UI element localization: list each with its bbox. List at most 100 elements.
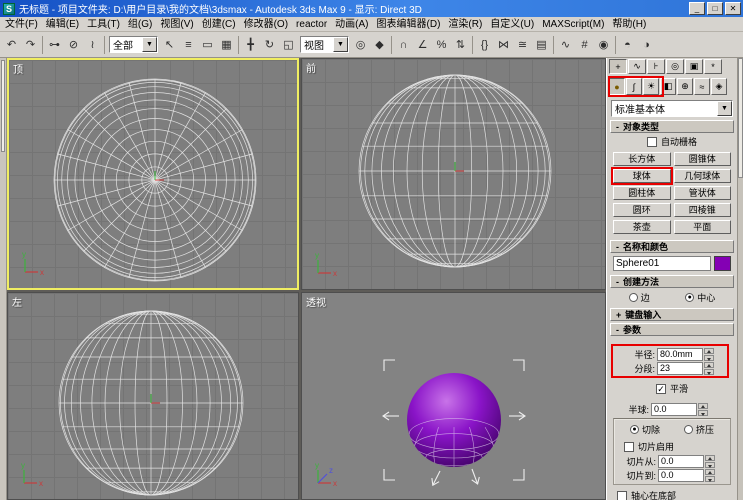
tab-create[interactable]: +: [609, 59, 627, 74]
button-sphere[interactable]: 球体: [613, 169, 671, 183]
coord-system-dropdown[interactable]: 视图 ▼: [300, 36, 349, 53]
menu-graph-editors[interactable]: 图表编辑器(D): [373, 17, 445, 32]
left-scrollbar-thumb[interactable]: [1, 60, 5, 152]
named-selection-sets-icon[interactable]: {}: [475, 35, 494, 54]
chevron-down-icon[interactable]: ▼: [717, 101, 732, 116]
button-plane[interactable]: 平面: [674, 220, 732, 234]
autogrid-checkbox[interactable]: [647, 137, 657, 147]
radius-spinner[interactable]: [704, 348, 714, 361]
use-pivot-center-icon[interactable]: ◎: [351, 35, 370, 54]
smooth-checkbox[interactable]: ✓: [656, 384, 666, 394]
mirror-icon[interactable]: ⋈: [494, 35, 513, 54]
hemisphere-input[interactable]: 0.0: [651, 403, 697, 416]
menu-animation[interactable]: 动画(A): [331, 17, 372, 32]
tab-utilities[interactable]: *: [704, 59, 722, 74]
button-cone[interactable]: 圆锥体: [674, 152, 732, 166]
chevron-down-icon[interactable]: ▼: [333, 37, 348, 52]
close-button[interactable]: ✕: [725, 2, 741, 15]
unlink-selection-icon[interactable]: ⊘: [64, 35, 83, 54]
tab-modify[interactable]: ∿: [628, 59, 646, 74]
slice-from-spinner[interactable]: [705, 455, 715, 468]
object-name-input[interactable]: [613, 256, 711, 271]
material-editor-icon[interactable]: ◉: [594, 35, 613, 54]
angle-snap-icon[interactable]: ∠: [413, 35, 432, 54]
rollout-name-color[interactable]: - 名称和颜色: [610, 240, 734, 253]
category-lights[interactable]: ☀: [643, 78, 659, 95]
rollout-parameters[interactable]: - 参数: [610, 323, 734, 336]
button-geosphere[interactable]: 几何球体: [674, 169, 732, 183]
tab-motion[interactable]: ◎: [666, 59, 684, 74]
select-by-name-icon[interactable]: ≡: [179, 35, 198, 54]
center-radio[interactable]: ●: [685, 293, 694, 302]
category-helpers[interactable]: ⊕: [677, 78, 693, 95]
select-and-link-icon[interactable]: ⊶: [45, 35, 64, 54]
radius-input[interactable]: 80.0mm: [657, 348, 703, 361]
edge-radio[interactable]: [629, 293, 638, 302]
slice-to-spinner[interactable]: [705, 469, 715, 482]
category-shapes[interactable]: ∫: [626, 78, 642, 95]
button-torus[interactable]: 圆环: [613, 203, 671, 217]
menu-views[interactable]: 视图(V): [156, 17, 197, 32]
squash-radio[interactable]: [684, 425, 693, 434]
spinner-snap-icon[interactable]: ⇅: [451, 35, 470, 54]
hemisphere-spinner[interactable]: [698, 403, 708, 416]
curve-editor-icon[interactable]: ∿: [556, 35, 575, 54]
viewport-perspective[interactable]: 透视 xyz: [301, 292, 606, 500]
viewport-top-label[interactable]: 顶: [13, 61, 23, 76]
left-scrollbar[interactable]: [0, 58, 7, 500]
rollout-keyboard-entry[interactable]: + 键盘输入: [610, 308, 734, 321]
command-panel-scrollbar-thumb[interactable]: [738, 58, 743, 178]
menu-tools[interactable]: 工具(T): [83, 17, 124, 32]
viewport-left[interactable]: 左 xy: [7, 292, 299, 500]
viewport-top[interactable]: 顶 xy: [7, 58, 299, 290]
schematic-view-icon[interactable]: #: [575, 35, 594, 54]
category-space-warps[interactable]: ≈: [694, 78, 710, 95]
menu-group[interactable]: 组(G): [124, 17, 156, 32]
slice-on-checkbox[interactable]: [624, 442, 634, 452]
menu-reactor[interactable]: reactor: [292, 17, 331, 32]
slice-from-input[interactable]: 0.0: [658, 455, 704, 468]
menu-create[interactable]: 创建(C): [198, 17, 240, 32]
button-pyramid[interactable]: 四棱锥: [674, 203, 732, 217]
menu-customize[interactable]: 自定义(U): [486, 17, 538, 32]
snap-toggle-icon[interactable]: ∩: [394, 35, 413, 54]
button-tube[interactable]: 管状体: [674, 186, 732, 200]
tab-hierarchy[interactable]: ⊦: [647, 59, 665, 74]
selection-filter-dropdown[interactable]: 全部 ▼: [109, 36, 158, 53]
rectangular-selection-icon[interactable]: ▭: [198, 35, 217, 54]
maximize-button[interactable]: □: [707, 2, 723, 15]
viewport-left-label[interactable]: 左: [12, 294, 22, 309]
command-panel-scrollbar[interactable]: [737, 58, 743, 500]
layer-manager-icon[interactable]: ▤: [532, 35, 551, 54]
chop-radio[interactable]: ●: [630, 425, 639, 434]
select-and-scale-icon[interactable]: ◱: [279, 35, 298, 54]
button-teapot[interactable]: 茶壶: [613, 220, 671, 234]
quick-render-icon[interactable]: ◑: [637, 35, 656, 54]
menu-help[interactable]: 帮助(H): [608, 17, 650, 32]
select-object-icon[interactable]: ↖: [160, 35, 179, 54]
slice-to-input[interactable]: 0.0: [658, 469, 704, 482]
percent-snap-icon[interactable]: %: [432, 35, 451, 54]
object-color-swatch[interactable]: [714, 256, 731, 271]
category-geometry[interactable]: ●: [609, 78, 625, 95]
render-scene-icon[interactable]: ◓: [618, 35, 637, 54]
menu-maxscript[interactable]: MAXScript(M): [538, 17, 608, 32]
menu-file[interactable]: 文件(F): [1, 17, 42, 32]
viewport-front-label[interactable]: 前: [306, 60, 316, 75]
base-pivot-checkbox[interactable]: [617, 491, 627, 500]
window-crossing-icon[interactable]: ▦: [217, 35, 236, 54]
category-systems[interactable]: ◈: [711, 78, 727, 95]
primitive-type-dropdown[interactable]: 标准基本体 ▼: [611, 100, 733, 117]
tab-display[interactable]: ▣: [685, 59, 703, 74]
viewport-front[interactable]: 前 xy: [301, 58, 606, 290]
menu-edit[interactable]: 编辑(E): [42, 17, 83, 32]
select-and-move-icon[interactable]: ╋: [241, 35, 260, 54]
segments-input[interactable]: 23: [657, 362, 703, 375]
minimize-button[interactable]: _: [689, 2, 705, 15]
button-box[interactable]: 长方体: [613, 152, 671, 166]
menu-rendering[interactable]: 渲染(R): [444, 17, 486, 32]
category-cameras[interactable]: ◧: [660, 78, 676, 95]
redo-icon[interactable]: ↷: [21, 35, 40, 54]
select-and-rotate-icon[interactable]: ↻: [260, 35, 279, 54]
rollout-object-type[interactable]: - 对象类型: [610, 120, 734, 133]
